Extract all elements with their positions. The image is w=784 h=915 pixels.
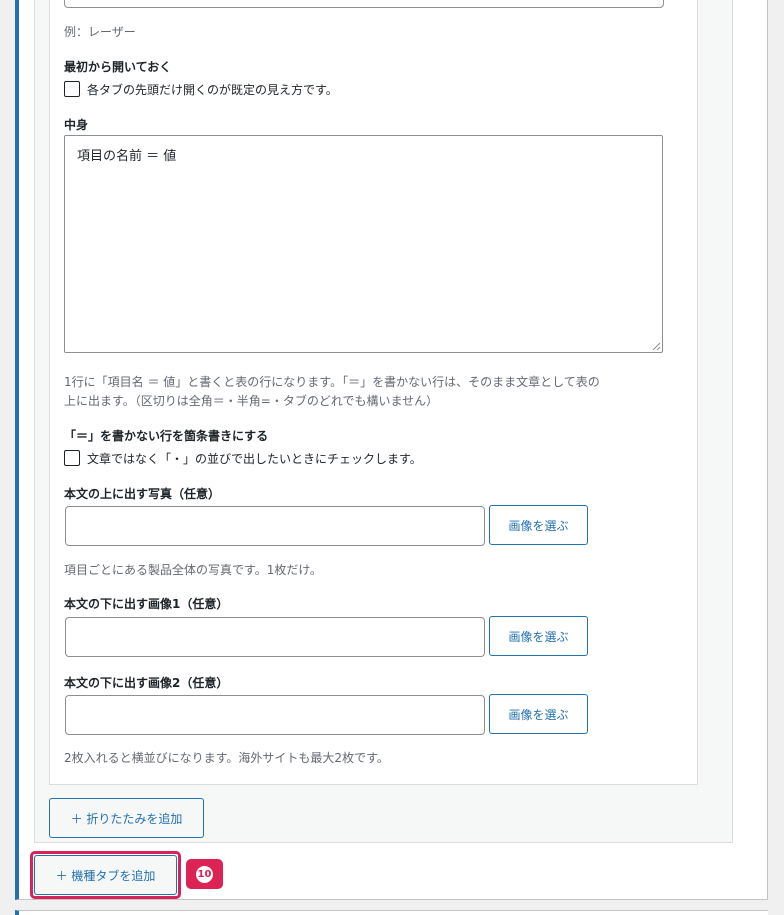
image-bottom2-hint: 2枚入れると横並びになります。海外サイトも最大2枚です。	[64, 751, 389, 765]
content-help-line1: 1行に「項目名 ＝ 値」と書くと表の行になります。「＝」を書かない行は、そのまま…	[64, 375, 600, 389]
bullets-label: 「＝」を書かない行を箇条書きにする	[64, 429, 269, 443]
open-default-checkbox[interactable]	[64, 81, 80, 97]
content-textarea[interactable]: 項目の名前 ＝ 値	[64, 135, 663, 353]
image-bottom1-input[interactable]	[65, 617, 485, 657]
image-bottom2-label: 本文の下に出す画像2（任意）	[64, 676, 229, 690]
open-default-label: 最初から開いておく	[64, 60, 172, 74]
callout-number: 10	[196, 865, 213, 883]
image-bottom1-label: 本文の下に出す画像1（任意）	[64, 597, 229, 611]
resize-handle-icon[interactable]	[652, 342, 661, 351]
content-text: 項目の名前 ＝ 値	[77, 149, 177, 164]
next-panel-edge	[15, 910, 768, 915]
callout-badge: 10	[186, 859, 223, 889]
content-label: 中身	[64, 118, 89, 132]
content-help-line2: 上に出ます。（区切りは全角＝・半角=・タブのどれでも構いません）	[64, 394, 439, 408]
highlight-frame	[30, 851, 181, 899]
image-top-input[interactable]	[65, 506, 485, 546]
image-bottom2-select-button[interactable]: 画像を選ぶ	[489, 694, 588, 734]
image-top-hint: 項目ごとにある製品全体の写真です。1枚だけ。	[64, 563, 322, 577]
image-top-label: 本文の上に出す写真（任意）	[64, 487, 221, 501]
bullets-checkbox-text: 文章ではなく「・」の並びで出したいときにチェックします。	[87, 452, 422, 466]
title-input[interactable]	[64, 0, 664, 8]
image-bottom2-input[interactable]	[65, 695, 485, 735]
image-bottom1-select-button[interactable]: 画像を選ぶ	[489, 616, 588, 656]
image-top-select-button[interactable]: 画像を選ぶ	[489, 505, 588, 545]
add-fold-button[interactable]: ＋ 折りたたみを追加	[49, 798, 204, 838]
example-hint: 例：レーザー	[64, 25, 136, 39]
bullets-checkbox[interactable]	[64, 450, 80, 466]
open-default-checkbox-text: 各タブの先頭だけ開くのが既定の見え方です。	[87, 83, 338, 97]
